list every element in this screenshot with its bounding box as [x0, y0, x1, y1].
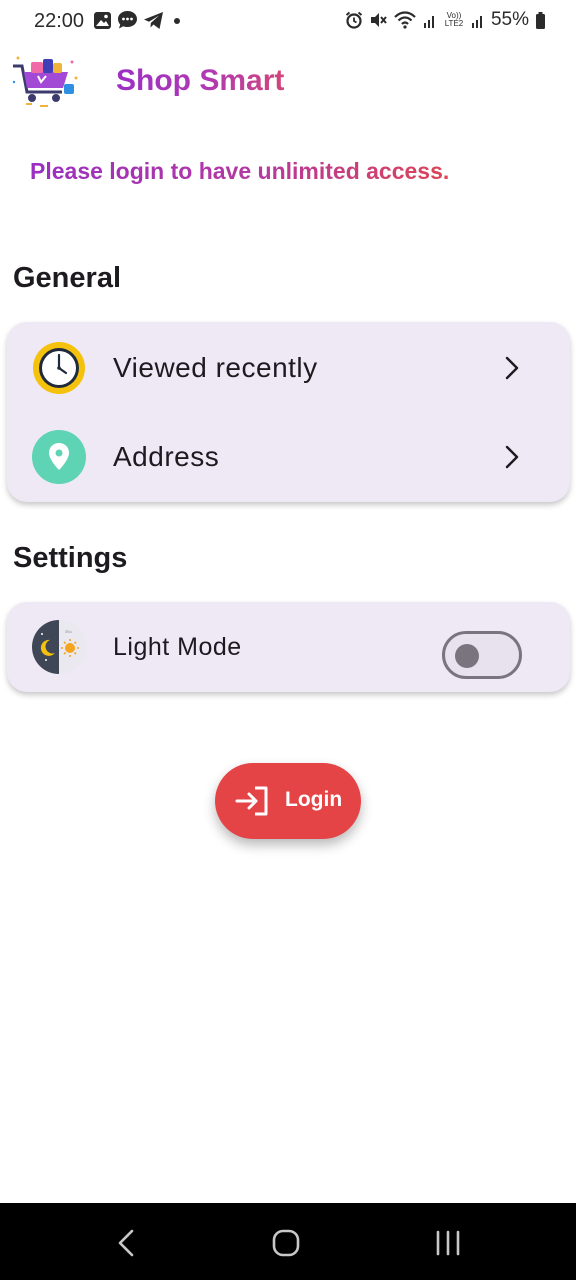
wifi-icon: [394, 11, 416, 29]
viewed-recently-label: Viewed recently: [113, 352, 318, 383]
settings-heading: Settings: [13, 542, 128, 574]
navigation-bar: [0, 1203, 576, 1280]
toggle-thumb: [455, 644, 479, 668]
recent-apps-icon[interactable]: [428, 1223, 468, 1263]
light-mode-label: Light Mode: [113, 633, 242, 661]
dot-icon: [174, 17, 180, 24]
address-label: Address: [113, 441, 220, 472]
volte-icon: Vo)) LTE2: [444, 11, 464, 28]
day-night-icon: [32, 620, 86, 674]
settings-card: Light Mode: [7, 602, 570, 692]
address-row[interactable]: Address: [7, 421, 570, 493]
login-button[interactable]: Login: [215, 763, 361, 839]
signal-icon: [471, 16, 482, 28]
light-mode-row: Light Mode: [7, 611, 570, 683]
general-heading: General: [13, 262, 121, 294]
signal-icon: [423, 16, 434, 28]
home-icon[interactable]: [266, 1223, 306, 1263]
chat-bubble-icon: [118, 11, 137, 29]
general-card: Viewed recently Address: [7, 322, 570, 502]
alarm-icon: [345, 11, 363, 29]
location-pin-icon: [32, 430, 86, 484]
clock-icon: [33, 342, 85, 394]
back-icon[interactable]: [106, 1223, 146, 1263]
mute-icon: [370, 13, 387, 27]
chevron-right-icon: [505, 356, 519, 380]
status-bar: 22:00 Vo)) LTE2 55%: [0, 0, 576, 42]
gallery-icon: [94, 11, 111, 29]
system-icons: Vo)) LTE2 55%: [345, 9, 546, 31]
notification-icons: [93, 10, 183, 30]
telegram-icon: [144, 11, 163, 29]
battery-icon: [536, 11, 545, 29]
viewed-recently-row[interactable]: Viewed recently: [7, 332, 570, 404]
app-header: Shop Smart: [0, 52, 576, 112]
shopping-cart-logo: [12, 56, 78, 107]
login-prompt-text: Please login to have unlimited access.: [30, 158, 450, 184]
login-button-label: Login: [285, 788, 343, 811]
battery-percentage: 55%: [490, 9, 529, 30]
login-arrow-icon: [235, 786, 268, 816]
app-title: Shop Smart: [116, 64, 285, 97]
status-time: 22:00: [34, 10, 85, 32]
light-mode-toggle[interactable]: [442, 631, 522, 679]
chevron-right-icon: [505, 445, 519, 469]
